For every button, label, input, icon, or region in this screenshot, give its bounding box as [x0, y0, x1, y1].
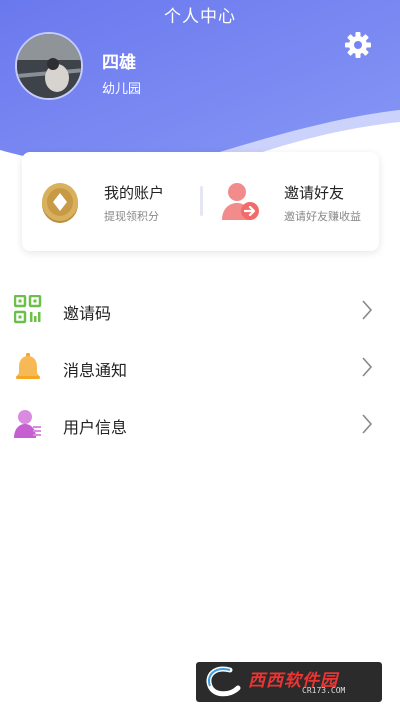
invite-user-icon	[220, 180, 260, 224]
coin-icon	[40, 180, 80, 224]
bell-icon	[14, 352, 42, 382]
page-title: 个人中心	[164, 7, 236, 27]
watermark-logo: 西西软件园 CR173.COM	[196, 662, 382, 702]
menu-item-label: 消息通知	[63, 361, 128, 380]
chevron-right-icon	[360, 356, 374, 378]
user-school: 幼儿园	[102, 82, 142, 97]
settings-menu: 邀请码 消息通知 用户信息	[0, 282, 400, 453]
user-info-icon	[14, 409, 42, 439]
menu-item-label: 邀请码	[63, 304, 112, 323]
invite-friends-button[interactable]: 邀请好友 邀请好友赚收益	[202, 152, 379, 251]
avatar[interactable]	[15, 32, 83, 100]
my-account-sub: 提现领积分	[104, 210, 159, 223]
invite-friends-title: 邀请好友	[284, 184, 345, 202]
my-account-button[interactable]: 我的账户 提现领积分	[22, 152, 198, 251]
chevron-right-icon	[360, 413, 374, 435]
watermark-domain: CR173.COM	[302, 686, 346, 695]
gear-icon[interactable]	[343, 30, 373, 60]
account-card: 我的账户 提现领积分 邀请好友 邀请好友赚收益	[22, 152, 379, 251]
menu-item-notifications[interactable]: 消息通知	[0, 339, 400, 396]
invite-friends-sub: 邀请好友赚收益	[284, 210, 361, 223]
menu-item-label: 用户信息	[63, 418, 128, 437]
menu-item-user-info[interactable]: 用户信息	[0, 396, 400, 453]
chevron-right-icon	[360, 299, 374, 321]
user-name: 四雄	[102, 53, 136, 73]
qr-code-icon	[13, 294, 42, 325]
menu-item-invite-code[interactable]: 邀请码	[0, 282, 400, 339]
my-account-title: 我的账户	[104, 184, 165, 202]
watermark-icon	[206, 666, 241, 697]
